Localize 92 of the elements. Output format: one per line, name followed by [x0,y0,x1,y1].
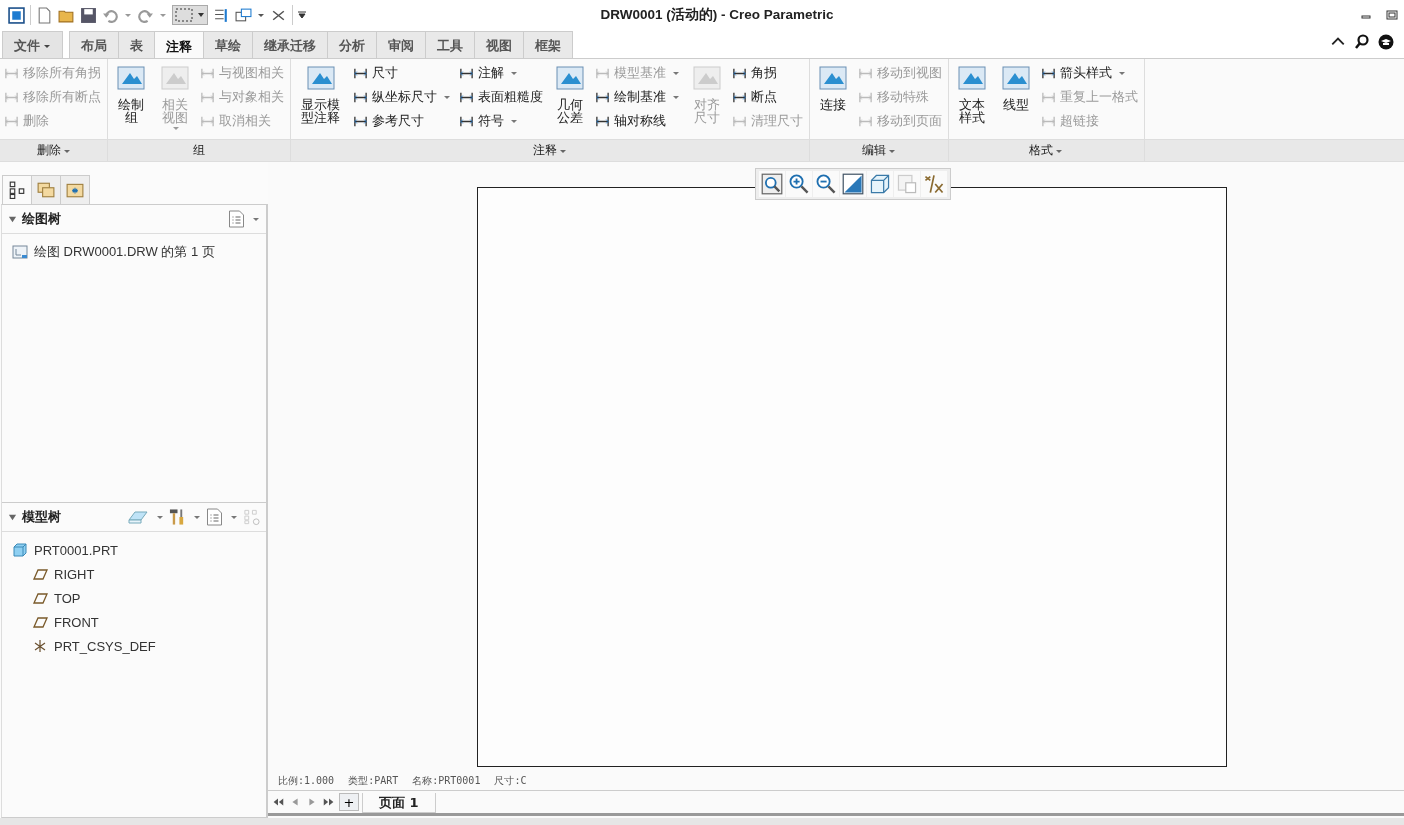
tree-icon [8,181,26,199]
repaint-icon[interactable] [840,171,866,197]
plane-icon [32,614,48,630]
ribbon-button[interactable]: 绘制组 [112,61,150,139]
last-page-icon[interactable] [322,797,336,807]
ribbon-button[interactable]: 连接 [813,61,852,139]
ribbon-tab[interactable]: 视图 [474,31,524,58]
tree-item[interactable]: RIGHT [12,562,256,586]
tree-tab[interactable] [2,175,32,204]
save-icon[interactable] [80,6,97,24]
ribbon-tab[interactable]: 继承迁移 [252,31,328,58]
windows-icon[interactable] [235,6,252,24]
tree-item[interactable]: 绘图 DRW0001.DRW 的第 1 页 [12,240,256,264]
group-label[interactable]: 格式 [948,139,1144,161]
caret-icon[interactable] [230,513,238,521]
ribbon-button[interactable]: 注解 [458,61,545,85]
cube-icon [12,542,28,558]
caret-icon [442,93,451,101]
tree-item[interactable]: FRONT [12,610,256,634]
sheet-info: 名称:PRT0001 [412,775,481,787]
caret-icon[interactable] [193,513,201,521]
ribbon-tab[interactable]: 审阅 [376,31,426,58]
page-tab[interactable]: 页面 1 [362,793,436,813]
caret-icon [1117,69,1126,77]
panel-title: 模型树 [22,508,61,526]
ribbon-button[interactable]: 几何公差 [550,61,589,139]
coordinate-system-icon [32,638,48,654]
ribbon-button[interactable]: 断点 [731,85,805,109]
ribbon-button[interactable]: 轴对称线 [594,109,682,133]
add-page-button[interactable]: + [339,793,359,811]
tree-item[interactable]: PRT_CSYS_DEF [12,634,256,658]
regenerate-icon[interactable] [213,6,230,24]
list-settings-icon[interactable] [206,508,223,526]
hammer-screwdriver-icon[interactable] [169,508,186,526]
ribbon-button[interactable]: 文本样式 [952,61,991,139]
panel-title: 绘图树 [22,210,61,228]
ribbon-button[interactable]: 绘制基准 [594,85,682,109]
ribbon-tab[interactable]: 框架 [523,31,573,58]
tree-item[interactable]: PRT0001.PRT [12,538,256,562]
group-label[interactable]: 编辑 [809,139,948,161]
favorites-tab[interactable] [60,175,90,204]
ribbon-button[interactable]: 纵坐标尺寸 [352,85,453,109]
group-label[interactable]: 注释 [291,139,809,161]
ribbon-button[interactable]: 显示模型注释 [295,61,347,139]
collapse-triangle-icon[interactable] [8,214,17,224]
plane-icon [32,590,48,606]
tree-item[interactable]: TOP [12,586,256,610]
new-file-icon[interactable] [36,6,53,24]
caret-icon [509,69,518,77]
ribbon-button[interactable]: 参考尺寸 [352,109,453,133]
drawing-sheet-icon [12,244,28,260]
sheet-info: 类型:PART [348,775,399,787]
ribbon-tab[interactable]: 注释 [154,31,204,58]
folders-icon [37,181,55,199]
display-cube-icon[interactable] [867,171,893,197]
caret-icon[interactable] [252,215,260,223]
caret-icon [671,93,680,101]
maximize-icon[interactable] [1386,9,1398,21]
zoom-fit-icon[interactable] [759,171,785,197]
window-title: DRW0001 (活动的) - Creo Parametric [600,6,834,24]
ribbon-button[interactable]: 尺寸 [352,61,453,85]
group-label[interactable]: 组 [108,139,290,161]
sheet-info: 尺寸:C [494,775,527,787]
customize-caret-icon[interactable] [298,11,306,19]
collapse-triangle-icon[interactable] [8,512,17,522]
ribbon-tab[interactable]: 布局 [69,31,119,58]
ribbon-button[interactable]: 角拐 [731,61,805,85]
ribbon-tab[interactable]: 草绘 [203,31,253,58]
plane-icon [32,566,48,582]
ribbon-tab[interactable]: 分析 [327,31,377,58]
ribbon-tab[interactable]: 文件 [2,31,63,58]
ribbon-button[interactable]: 线型 [996,61,1035,139]
caret-icon[interactable] [257,11,265,19]
ribbon-button[interactable]: 表面粗糙度 [458,85,545,109]
search-icon[interactable] [1354,34,1370,50]
ribbon-button[interactable]: 箭头样式 [1040,61,1140,85]
selection-box-icon[interactable] [172,5,208,25]
caret-icon[interactable] [156,513,164,521]
group-label[interactable]: 删除 [0,139,107,161]
caret-icon [172,124,180,132]
ribbon-tab[interactable]: 表 [118,31,155,58]
ribbon-button[interactable]: 符号 [458,109,545,133]
caret-icon [671,69,680,77]
caret-icon [509,117,518,125]
sheet-info: 比例:1.000 [278,775,335,787]
list-settings-icon[interactable] [228,210,245,228]
app-icon[interactable] [8,6,25,24]
ribbon-tab[interactable]: 工具 [425,31,475,58]
coordinate-display-icon[interactable] [921,171,947,197]
first-page-icon[interactable] [271,797,285,807]
zoom-in-icon[interactable] [786,171,812,197]
zoom-out-icon[interactable] [813,171,839,197]
